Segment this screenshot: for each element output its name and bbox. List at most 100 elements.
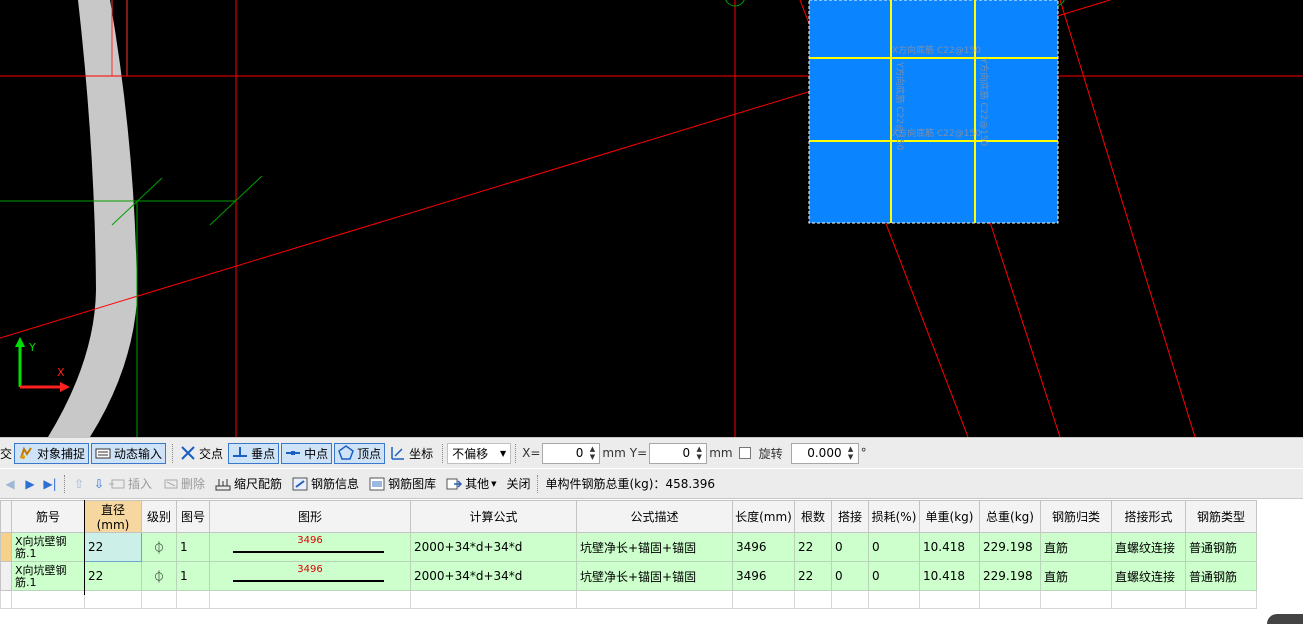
empty-cell[interactable] bbox=[1185, 590, 1257, 609]
shape-cell[interactable]: 3496 bbox=[209, 561, 411, 591]
column-header[interactable]: 搭接形式 bbox=[1111, 500, 1186, 533]
dynamic-input-toggle[interactable]: 动态输入 bbox=[91, 442, 167, 464]
loss-cell[interactable]: 0 bbox=[868, 532, 920, 562]
column-header[interactable]: 根数 bbox=[794, 500, 832, 533]
count-cell[interactable]: 22 bbox=[794, 561, 832, 591]
move-up-icon[interactable]: ⇧ bbox=[69, 477, 89, 491]
column-header[interactable]: 总重(kg) bbox=[979, 500, 1041, 533]
description-cell[interactable]: 坑壁净长+锚固+锚固 bbox=[576, 532, 733, 562]
empty-cell[interactable] bbox=[84, 590, 142, 609]
ortho-toggle[interactable]: 正交 bbox=[0, 443, 12, 464]
diameter-cell[interactable]: 22 bbox=[84, 561, 142, 591]
delete-button[interactable]: 删除 bbox=[162, 475, 205, 492]
y-coordinate-input[interactable]: 0 ▲ ▼ bbox=[649, 442, 708, 464]
vertex-snap[interactable]: 顶点 bbox=[334, 442, 386, 464]
table-row-empty[interactable] bbox=[0, 590, 1257, 609]
table-row[interactable]: X向坑壁钢筋.1 22 ⏀ 1 3496 2000+34*d+34*d 坑壁净长… bbox=[0, 532, 1257, 562]
empty-cell[interactable] bbox=[868, 590, 920, 609]
empty-cell[interactable] bbox=[11, 590, 85, 609]
insert-button[interactable]: 插入 bbox=[109, 475, 152, 492]
last-record-icon[interactable]: ▶| bbox=[40, 477, 60, 491]
total-weight-cell[interactable]: 229.198 bbox=[979, 532, 1041, 562]
empty-cell[interactable] bbox=[831, 590, 869, 609]
midpoint-snap[interactable]: 中点 bbox=[281, 442, 333, 464]
empty-cell[interactable] bbox=[141, 590, 177, 609]
lap-cell[interactable]: 0 bbox=[831, 532, 869, 562]
rebar-library-button[interactable]: 钢筋图库 bbox=[369, 475, 436, 492]
object-snap-toggle[interactable]: 对象捕捉 bbox=[14, 442, 90, 464]
category-cell[interactable]: 直筋 bbox=[1040, 532, 1112, 562]
intersection-snap[interactable]: 交点 bbox=[177, 443, 226, 464]
column-header[interactable]: 直径(mm) bbox=[84, 500, 142, 533]
close-button[interactable]: 关闭 bbox=[506, 475, 530, 492]
other-menu-button[interactable]: 其他 ▼ bbox=[446, 475, 496, 492]
column-header[interactable]: 单重(kg) bbox=[919, 500, 980, 533]
column-header[interactable]: 计算公式 bbox=[410, 500, 577, 533]
scale-rebar-button[interactable]: 缩尺配筋 bbox=[215, 475, 282, 492]
grade-cell[interactable]: ⏀ bbox=[141, 561, 177, 591]
length-cell[interactable]: 3496 bbox=[732, 561, 795, 591]
coordinate-snap[interactable]: 坐标 bbox=[387, 443, 436, 464]
offset-mode-select[interactable]: 不偏移 ▼ bbox=[447, 442, 512, 464]
empty-cell[interactable] bbox=[919, 590, 980, 609]
rebar-info-button[interactable]: 钢筋信息 bbox=[292, 475, 359, 492]
column-header[interactable]: 图号 bbox=[176, 500, 210, 533]
figure-no-cell[interactable]: 1 bbox=[176, 561, 210, 591]
unit-weight-cell[interactable]: 10.418 bbox=[919, 532, 980, 562]
column-header[interactable]: 筋号 bbox=[11, 500, 85, 533]
unit-weight-cell[interactable]: 10.418 bbox=[919, 561, 980, 591]
column-header[interactable]: 图形 bbox=[209, 500, 411, 533]
description-cell[interactable]: 坑壁净长+锚固+锚固 bbox=[576, 561, 733, 591]
move-down-icon[interactable]: ⇩ bbox=[89, 477, 109, 491]
lap-type-cell[interactable]: 直螺纹连接 bbox=[1111, 532, 1186, 562]
count-cell[interactable]: 22 bbox=[794, 532, 832, 562]
figure-no-cell[interactable]: 1 bbox=[176, 532, 210, 562]
table-row[interactable]: X向坑壁钢筋.1 22 ⏀ 1 3496 2000+34*d+34*d 坑壁净长… bbox=[0, 561, 1257, 591]
empty-cell[interactable] bbox=[176, 590, 210, 609]
column-header[interactable]: 长度(mm) bbox=[732, 500, 795, 533]
perpendicular-snap[interactable]: 垂点 bbox=[228, 442, 280, 464]
rebar-type-cell[interactable]: 普通钢筋 bbox=[1185, 532, 1257, 562]
diameter-cell[interactable]: 22 bbox=[84, 532, 142, 562]
loss-cell[interactable]: 0 bbox=[868, 561, 920, 591]
column-header[interactable]: 级别 bbox=[141, 500, 177, 533]
column-header[interactable]: 损耗(%) bbox=[868, 500, 920, 533]
empty-cell[interactable] bbox=[209, 590, 411, 609]
spinner-icon[interactable]: ▲ ▼ bbox=[586, 445, 598, 462]
rotate-checkbox[interactable] bbox=[738, 447, 751, 459]
rebar-name-cell[interactable]: X向坑壁钢筋.1 bbox=[11, 532, 85, 562]
shape-cell[interactable]: 3496 bbox=[209, 532, 411, 562]
x-coordinate-input[interactable]: 0 ▲ ▼ bbox=[542, 442, 601, 464]
spinner-icon[interactable]: ▲ ▼ bbox=[693, 445, 705, 462]
row-header[interactable] bbox=[0, 532, 12, 562]
formula-cell[interactable]: 2000+34*d+34*d bbox=[410, 532, 577, 562]
selected-slab[interactable] bbox=[808, 0, 1059, 224]
empty-cell[interactable] bbox=[576, 590, 733, 609]
empty-cell[interactable] bbox=[410, 590, 577, 609]
column-header[interactable]: 钢筋类型 bbox=[1185, 500, 1257, 533]
empty-cell[interactable] bbox=[732, 590, 795, 609]
spinner-icon[interactable]: ▲ ▼ bbox=[845, 445, 857, 462]
column-header[interactable]: 搭接 bbox=[831, 500, 869, 533]
column-header[interactable]: 钢筋归类 bbox=[1040, 500, 1112, 533]
empty-cell[interactable] bbox=[794, 590, 832, 609]
row-header[interactable] bbox=[0, 561, 12, 591]
lap-type-cell[interactable]: 直螺纹连接 bbox=[1111, 561, 1186, 591]
column-header[interactable]: 公式描述 bbox=[576, 500, 733, 533]
rotate-angle-input[interactable]: 0.000 ▲ ▼ bbox=[790, 442, 859, 464]
empty-cell[interactable] bbox=[1111, 590, 1186, 609]
formula-cell[interactable]: 2000+34*d+34*d bbox=[410, 561, 577, 591]
empty-cell[interactable] bbox=[979, 590, 1041, 609]
next-record-icon[interactable]: ▶ bbox=[20, 477, 40, 491]
rebar-name-cell[interactable]: X向坑壁钢筋.1 bbox=[11, 561, 85, 591]
length-cell[interactable]: 3496 bbox=[732, 532, 795, 562]
category-cell[interactable]: 直筋 bbox=[1040, 561, 1112, 591]
cad-canvas[interactable]: X方向底筋 C22@150 X方向底筋 C22@150 Y方向底筋 C22@15… bbox=[0, 0, 1303, 437]
grade-cell[interactable]: ⏀ bbox=[141, 532, 177, 562]
total-weight-cell[interactable]: 229.198 bbox=[979, 561, 1041, 591]
rebar-type-cell[interactable]: 普通钢筋 bbox=[1185, 561, 1257, 591]
lap-cell[interactable]: 0 bbox=[831, 561, 869, 591]
prev-record-icon[interactable]: ◀ bbox=[0, 477, 20, 491]
row-header[interactable] bbox=[0, 590, 12, 609]
drawing[interactable]: X方向底筋 C22@150 X方向底筋 C22@150 Y方向底筋 C22@15… bbox=[0, 0, 1303, 437]
